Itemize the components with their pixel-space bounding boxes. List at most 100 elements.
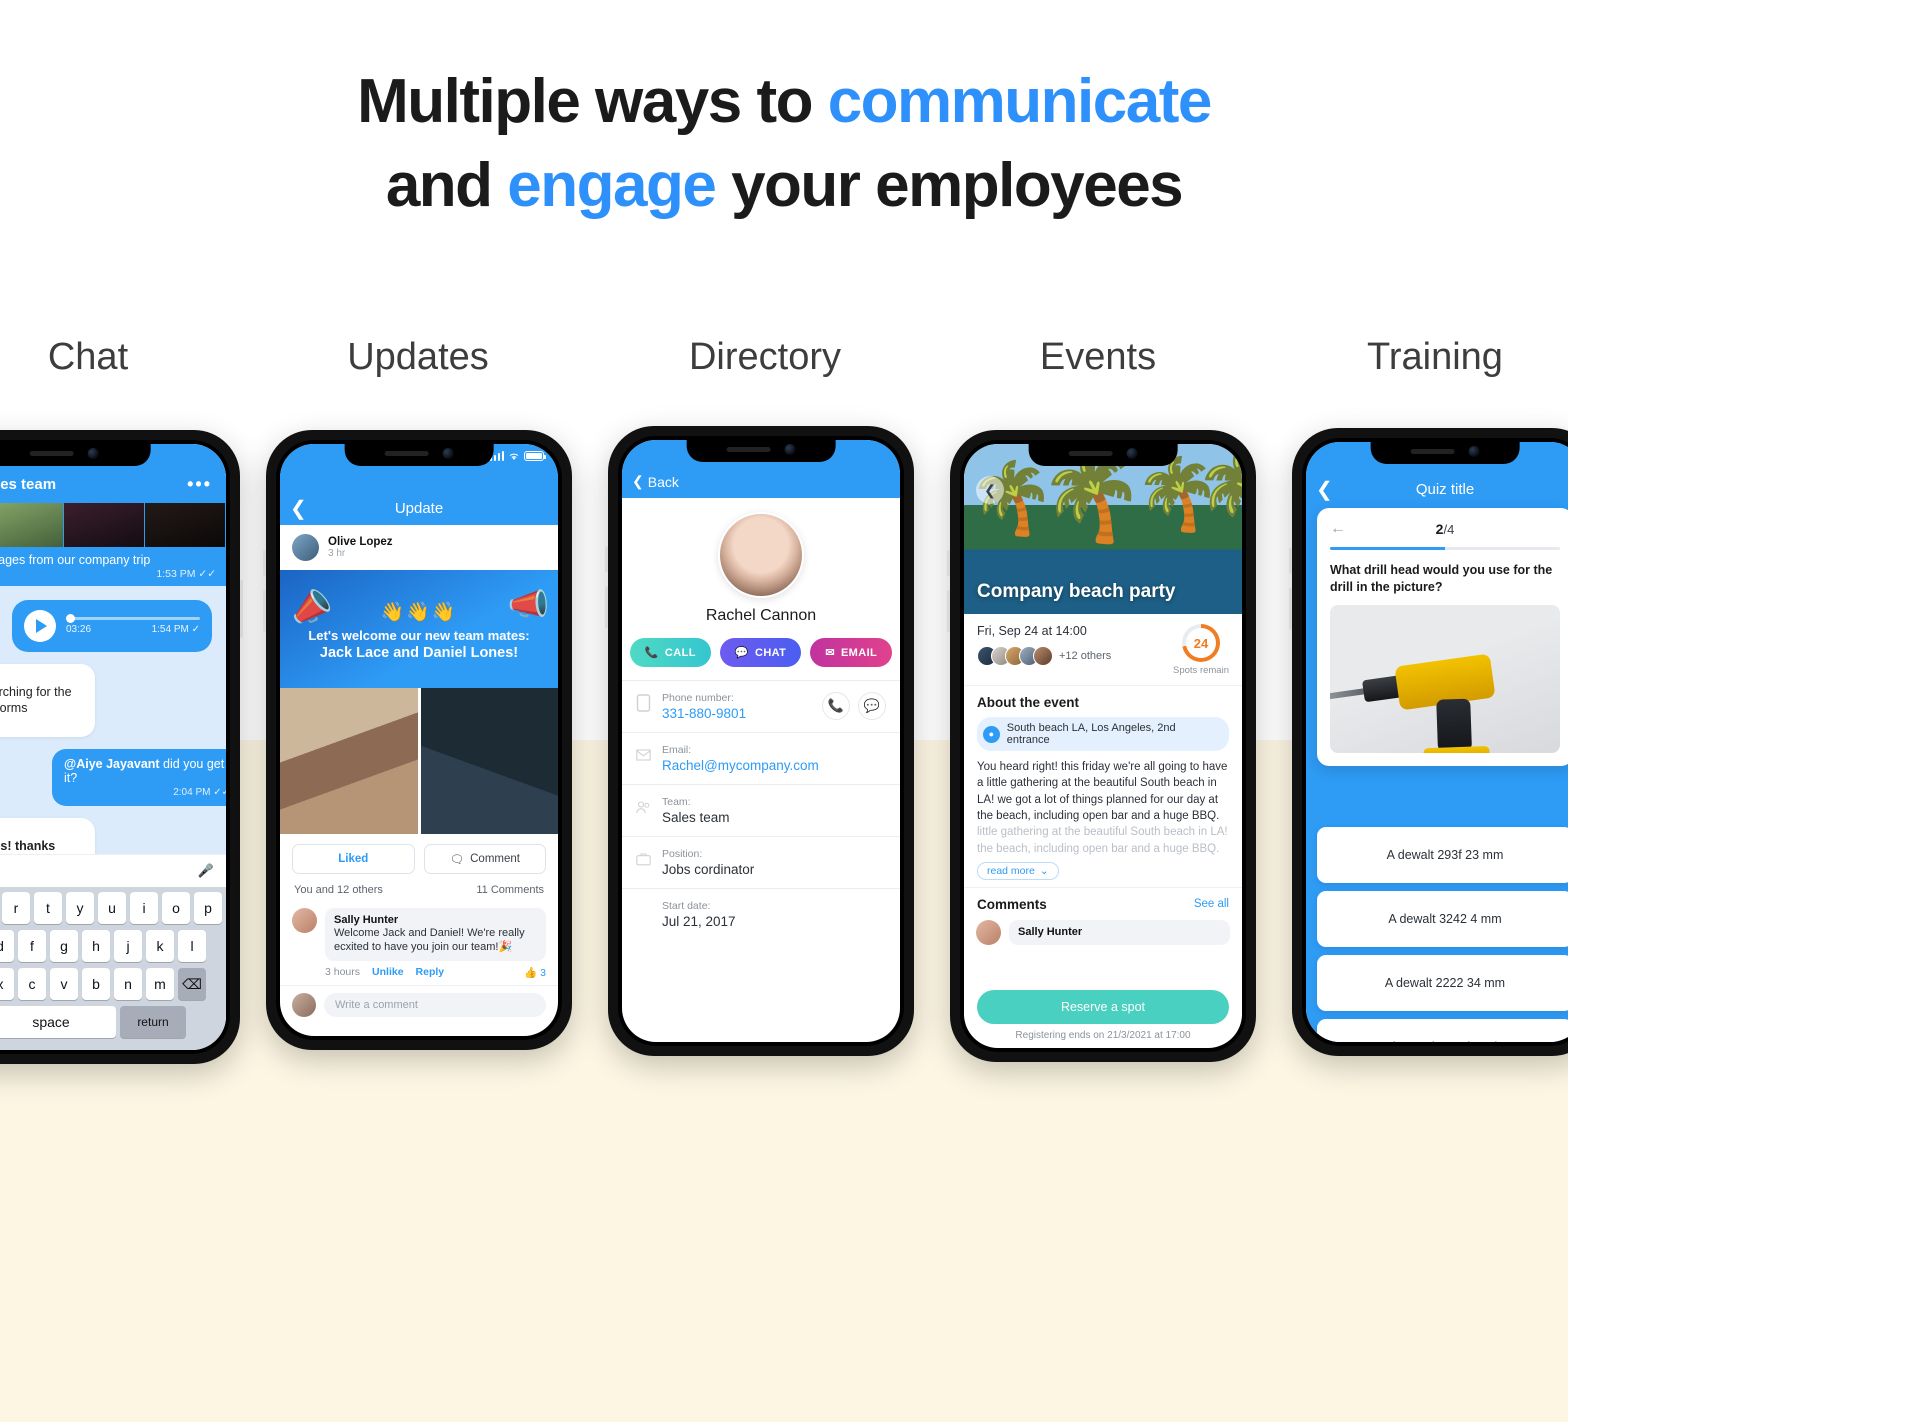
back-button[interactable]: ❮ [976,476,1004,504]
voice-message[interactable]: 03:26 1:54 PM ✓ [12,600,212,652]
quiz-answer-option[interactable]: A dewalt 293f 23 mm [1317,827,1568,883]
page-root: Multiple ways to communicate and engage … [0,0,1568,1422]
power-button[interactable] [240,580,243,638]
write-comment-bar[interactable]: Write a comment [280,984,558,1024]
attendee-avatars[interactable]: +12 others [977,646,1173,666]
back-button[interactable]: ❮ Back [632,473,679,490]
volume-down-button[interactable] [1289,588,1292,630]
see-all-link[interactable]: See all [1194,898,1229,910]
onscreen-keyboard[interactable]: qwertyuiop asdfghjkl ⇧ zxcvbnm ⌫ 123 spa… [0,887,226,1050]
chat-message-incoming[interactable]: Aiye Jayavant @Aiye Jayavant Yes! thanks… [0,818,95,854]
notch [0,440,151,466]
earpiece-speaker [29,450,74,456]
image-message-time: 1:53 PM [156,568,196,580]
post-photo-2[interactable] [420,688,558,834]
chat-message-incoming[interactable]: Aiye Jayavant Its all good! i'm searchin… [0,664,95,738]
post-photos[interactable] [280,688,558,834]
field-phone[interactable]: Phone number: 331-880-9801 📞 💬 [622,680,900,732]
reply-link[interactable]: Reply [416,966,445,978]
field-value[interactable]: Rachel@mycompany.com [662,758,819,773]
comments-count[interactable]: 11 Comments [476,884,544,896]
unlike-link[interactable]: Unlike [372,966,404,978]
key-m[interactable]: m [146,968,174,1000]
return-key[interactable]: return [120,1006,186,1038]
volume-up-button[interactable] [605,546,608,572]
field-email[interactable]: Email: Rachel@mycompany.com [622,732,900,784]
email-button[interactable]: ✉ EMAIL [810,638,893,667]
more-options-icon[interactable]: ••• [187,474,212,495]
key-h[interactable]: h [82,930,110,962]
key-v[interactable]: v [50,968,78,1000]
backspace-key[interactable]: ⌫ [178,968,206,1000]
key-n[interactable]: n [114,968,142,1000]
likes-count[interactable]: You and 12 others [294,884,383,896]
event-location[interactable]: ● South beach LA, Los Angeles, 2nd entra… [977,717,1229,751]
key-y[interactable]: y [66,892,94,924]
thumbs-up-count[interactable]: 👍 3 [524,966,546,979]
quiz-answer-option[interactable]: A dewalt 3242 4 mm [1317,891,1568,947]
keyboard-row-1[interactable]: qwertyuiop [0,892,223,924]
like-button[interactable]: Liked [292,844,415,874]
event-description: You heard right! this friday we're all g… [977,759,1229,857]
key-r[interactable]: r [2,892,30,924]
key-d[interactable]: d [0,930,14,962]
keyboard-row-4[interactable]: 123 space return [0,1006,223,1038]
location-pin-icon: ● [983,725,1000,743]
key-x[interactable]: x [0,968,14,1000]
front-camera-icon [1468,445,1480,457]
call-button[interactable]: 📞 CALL [629,638,711,667]
back-button[interactable]: ❮ [1316,480,1333,500]
audio-progress-slider[interactable] [66,614,200,623]
quiz-answers[interactable]: A dewalt 293f 23 mm A dewalt 3242 4 mm A d… [1317,827,1568,1042]
comment-item: Sally Hunter Welcome Jack and Daniel! We… [280,904,558,961]
field-label: Position: [662,848,703,860]
key-l[interactable]: l [178,930,206,962]
reserve-spot-button[interactable]: Reserve a spot [977,990,1229,1024]
key-i[interactable]: i [130,892,158,924]
post-photo-1[interactable] [280,688,418,834]
chat-message-outgoing[interactable]: @Aiye Jayavant did you get it? 2:04 PM ✓… [52,749,226,807]
quick-chat-icon[interactable]: 💬 [858,692,886,720]
chat-button[interactable]: 💬 CHAT [719,638,802,667]
position-icon [636,853,651,866]
field-value[interactable]: 331-880-9801 [662,706,746,721]
quiz-answer-option[interactable]: A dewalt 2222 34 mm [1317,955,1568,1011]
key-f[interactable]: f [18,930,46,962]
volume-up-button[interactable] [947,550,950,576]
key-g[interactable]: g [50,930,78,962]
key-b[interactable]: b [82,968,110,1000]
chat-message-list[interactable]: Here are the images from our company tri… [0,503,226,854]
keyboard-row-2[interactable]: asdfghjkl [0,930,223,962]
post-author[interactable]: Olive Lopez 3 hr [280,525,558,570]
key-j[interactable]: j [114,930,142,962]
section-label-chat: Chat [47,336,129,378]
keyboard-row-3[interactable]: ⇧ zxcvbnm ⌫ [0,968,223,1000]
comment-input[interactable]: Write a comment [324,992,546,1017]
image-caption: Here are the images from our company tri… [0,553,151,567]
key-c[interactable]: c [18,968,46,1000]
key-t[interactable]: t [34,892,62,924]
message-input-bar[interactable]: Message 🎤 [0,854,226,887]
volume-down-button[interactable] [263,590,266,632]
volume-up-button[interactable] [263,550,266,576]
arrow-left-icon[interactable]: ← [1330,520,1346,538]
read-more-label: read more [987,864,1035,877]
read-more-button[interactable]: read more ⌄ [977,861,1059,880]
chat-image-message[interactable]: Here are the images from our company tri… [0,503,226,586]
volume-down-button[interactable] [947,590,950,632]
quick-call-icon[interactable]: 📞 [822,692,850,720]
back-button[interactable]: ❮ [290,499,307,519]
key-k[interactable]: k [146,930,174,962]
mic-icon[interactable]: 🎤 [198,863,214,879]
space-key[interactable]: space [0,1006,116,1038]
comment-button[interactable]: 🗨 Comment [423,844,546,874]
key-u[interactable]: u [98,892,126,924]
read-receipt-icon: ✓✓ [213,787,226,799]
volume-down-button[interactable] [605,586,608,628]
key-p[interactable]: p [194,892,222,924]
quiz-answer-option[interactable]: it can't be replaced [1317,1019,1568,1042]
key-o[interactable]: o [162,892,190,924]
play-button[interactable] [24,610,56,642]
volume-up-button[interactable] [1289,548,1292,574]
voice-time: 1:54 PM [151,624,189,635]
